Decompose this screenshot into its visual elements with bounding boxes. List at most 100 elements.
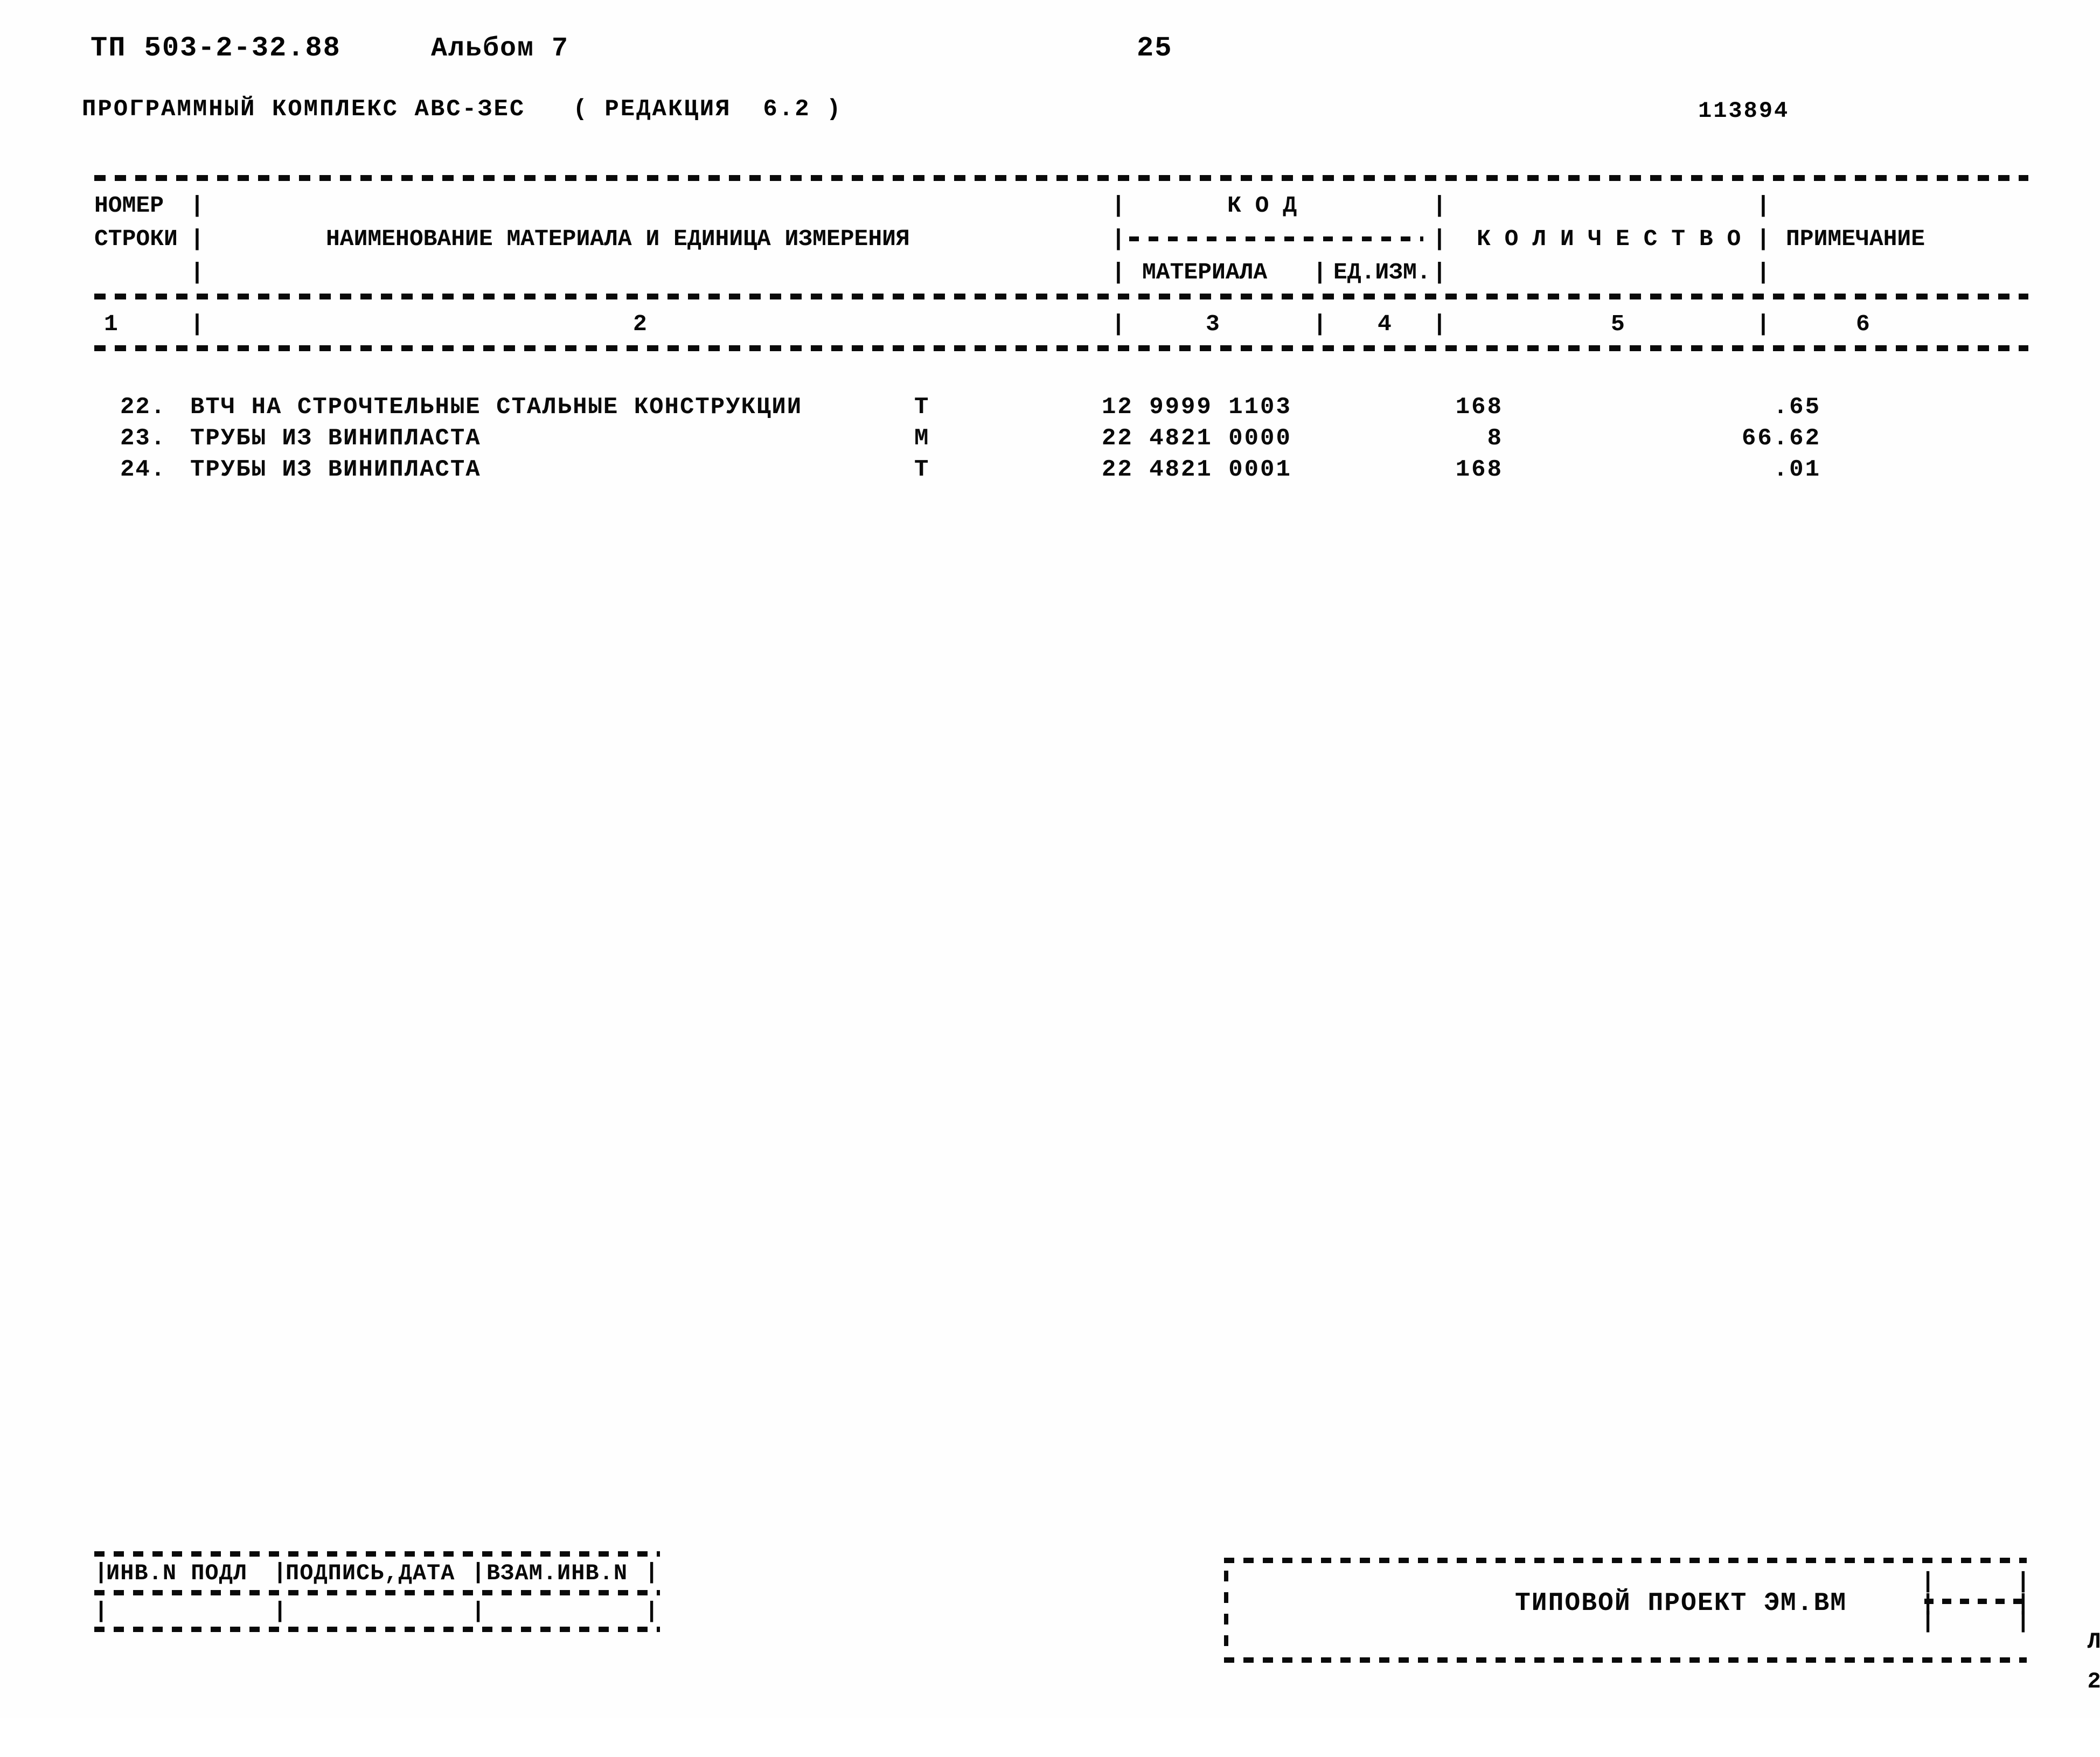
footer-left-pipe-5: | [94, 1598, 108, 1624]
footer-right-top-border [1224, 1558, 2027, 1563]
table-top-border [94, 175, 2028, 189]
row-line-number: 22. [120, 394, 166, 421]
footer-left-pipe-4: | [645, 1559, 659, 1585]
column-number-1: 1 [104, 311, 118, 337]
footer-left-block: | ИНВ.N ПОДЛ | ПОДПИСЬ,ДАТА | ВЗАМ.ИНВ.N… [94, 1551, 660, 1632]
header-code-unit: ЕД.ИЗМ. [1333, 259, 1431, 285]
table-row: 22. ВТЧ НА СТРОЧТЕЛЬНЫЕ СТАЛЬНЫЕ КОНСТРУ… [94, 392, 2028, 423]
footer-left-mid-border [94, 1590, 660, 1595]
header-sep-2: | [1111, 192, 1125, 219]
header-sep-3: | [1433, 192, 1447, 219]
header-code-material: МАТЕРИАЛА [1142, 259, 1268, 285]
footer-left-labels: | ИНВ.N ПОДЛ | ПОДПИСЬ,ДАТА | ВЗАМ.ИНВ.N… [94, 1557, 660, 1590]
row-code-unit: 168 [1455, 394, 1503, 421]
row-unit: Т [914, 456, 930, 483]
title-stamp: ТИПОВОЙ ПРОЕКТ ЭМ.ВМ | ЛИСТ | | | | 2 [1224, 1563, 2100, 1695]
colnum-sep-2: | [1111, 311, 1125, 337]
header-code-group: К О Д [1227, 192, 1297, 219]
row-quantity: 66.62 [1741, 425, 1821, 452]
colnum-sep-3: | [1313, 311, 1327, 337]
row-material-name: ТРУБЫ ИЗ ВИНИПЛАСТА [190, 425, 481, 452]
sheet-label: ЛИСТ [2087, 1629, 2100, 1655]
page-number: 25 [1137, 32, 1173, 64]
header-quantity: К О Л И Ч Е С Т В О [1477, 226, 1741, 252]
header-row-number-line2: СТРОКИ [94, 226, 178, 252]
sheet-number-row: | 2 | [1921, 1606, 2100, 1695]
table-header-row-1: НОМЕР | | К О Д | | [94, 189, 2028, 222]
header-sep-5: | [190, 226, 204, 252]
header-note: ПРИМЕЧАНИЕ [1786, 226, 1925, 252]
header-sep-6: | [1111, 226, 1125, 252]
table-row: 24. ТРУБЫ ИЗ ВИНИПЛАСТА Т 22 4821 0001 1… [94, 454, 2028, 485]
footer-left-pipe-6: | [273, 1598, 287, 1624]
header-code-underline [1129, 236, 1423, 241]
header-sep-4: | [1756, 192, 1770, 219]
footer-vzam-inv-label: ВЗАМ.ИНВ.N [486, 1560, 628, 1586]
row-unit: Т [914, 394, 930, 421]
sheet-pipe-right-3: | [2016, 1608, 2030, 1634]
row-material-name: ТРУБЫ ИЗ ВИНИПЛАСТА [190, 456, 481, 483]
colnum-sep-1: | [190, 311, 204, 337]
footer-right-bottom-border [1224, 1657, 2027, 1663]
sheet-number-cell: | ЛИСТ | | | | 2 | [1921, 1566, 2100, 1695]
footer-right-block: ТИПОВОЙ ПРОЕКТ ЭМ.ВМ | ЛИСТ | | | | 2 [1224, 1558, 2100, 1695]
row-code-material: 22 4821 0001 [1102, 456, 1292, 483]
footer-left-pipe-3: | [471, 1559, 485, 1585]
document-footer: | ИНВ.N ПОДЛ | ПОДПИСЬ,ДАТА | ВЗАМ.ИНВ.N… [0, 1551, 2100, 1695]
colnum-sep-4: | [1433, 311, 1447, 337]
footer-left-pipe-2: | [273, 1559, 287, 1585]
header-row-number-line1: НОМЕР [94, 192, 164, 219]
document-header-line-2: ПРОГРАММНЫЙ КОМПЛЕКС АВС-ЗЕС ( РЕДАКЦИЯ … [0, 96, 2100, 134]
header-material-name: НАИМЕНОВАНИЕ МАТЕРИАЛА И ЕДИНИЦА ИЗМЕРЕН… [326, 226, 910, 252]
table-row: 23. ТРУБЫ ИЗ ВИНИПЛАСТА М 22 4821 0000 8… [94, 423, 2028, 454]
row-quantity: .01 [1773, 456, 1821, 483]
sheet-divider [1924, 1599, 2027, 1604]
row-code-material: 12 9999 1103 [1102, 394, 1292, 421]
row-quantity: .65 [1773, 394, 1821, 421]
row-code-unit: 8 [1487, 425, 1503, 452]
header-sep-12: | [1433, 259, 1447, 285]
row-material-name: ВТЧ НА СТРОЧТЕЛЬНЫЕ СТАЛЬНЫЕ КОНСТРУКЦИИ [190, 394, 803, 421]
title-stamp-text: ТИПОВОЙ ПРОЕКТ ЭМ.ВМ [1515, 1589, 1847, 1618]
table-body-spacer [94, 359, 2028, 392]
header-sep-13: | [1756, 259, 1770, 285]
footer-left-pipe-8: | [645, 1598, 659, 1624]
table-header-row-2: СТРОКИ | НАИМЕНОВАНИЕ МАТЕРИАЛА И ЕДИНИЦ… [94, 222, 2028, 256]
column-number-5: 5 [1611, 311, 1625, 337]
document-header-line-1: ТП 503-2-32.88 Альбом 7 25 [0, 32, 2100, 70]
software-complex-line: ПРОГРАММНЫЙ КОМПЛЕКС АВС-ЗЕС ( РЕДАКЦИЯ … [82, 96, 843, 123]
footer-left-blank-row: | | | | [94, 1595, 660, 1627]
header-sep-8: | [1756, 226, 1770, 252]
table-header-row-3: | | МАТЕРИАЛА | ЕД.ИЗМ. | | [94, 256, 2028, 289]
colnum-sep-5: | [1756, 311, 1770, 337]
table-column-number-row: 1 | 2 | 3 | 4 | 5 | 6 [94, 308, 2028, 345]
sheet-pipe-left-3: | [1921, 1608, 1935, 1634]
row-line-number: 23. [120, 425, 166, 452]
header-sep-7: | [1433, 226, 1447, 252]
footer-left-pipe-7: | [471, 1598, 485, 1624]
document-page: ТП 503-2-32.88 Альбом 7 25 ПРОГРАММНЫЙ К… [0, 0, 2100, 1718]
title-stamp-left-edge [1224, 1571, 1228, 1651]
project-code: ТП 503-2-32.88 [91, 32, 341, 64]
column-number-4: 4 [1378, 311, 1392, 337]
materials-table: НОМЕР | | К О Д | | СТРОКИ | НАИМЕНОВАНИ… [94, 175, 2028, 485]
header-sep-9: | [190, 259, 204, 285]
table-colnum-bottom-border [94, 345, 2028, 359]
album-label: Альбом 7 [431, 33, 569, 64]
sheet-number: 2 [2087, 1669, 2100, 1695]
column-number-2: 2 [633, 311, 647, 337]
footer-inv-podl-label: ИНВ.N ПОДЛ [106, 1560, 248, 1586]
column-number-3: 3 [1206, 311, 1220, 337]
document-code: 113894 [1698, 98, 1790, 124]
footer-left-bottom-border [94, 1627, 660, 1632]
row-unit: М [914, 425, 930, 452]
table-header-bottom-border [94, 294, 2028, 308]
sheet-label-row: | ЛИСТ | [1921, 1566, 2100, 1655]
header-sep-11: | [1313, 259, 1327, 285]
row-code-material: 22 4821 0000 [1102, 425, 1292, 452]
row-line-number: 24. [120, 456, 166, 483]
column-number-6: 6 [1856, 311, 1870, 337]
row-code-unit: 168 [1455, 456, 1503, 483]
header-sep-1: | [190, 192, 204, 219]
header-sep-10: | [1111, 259, 1125, 285]
